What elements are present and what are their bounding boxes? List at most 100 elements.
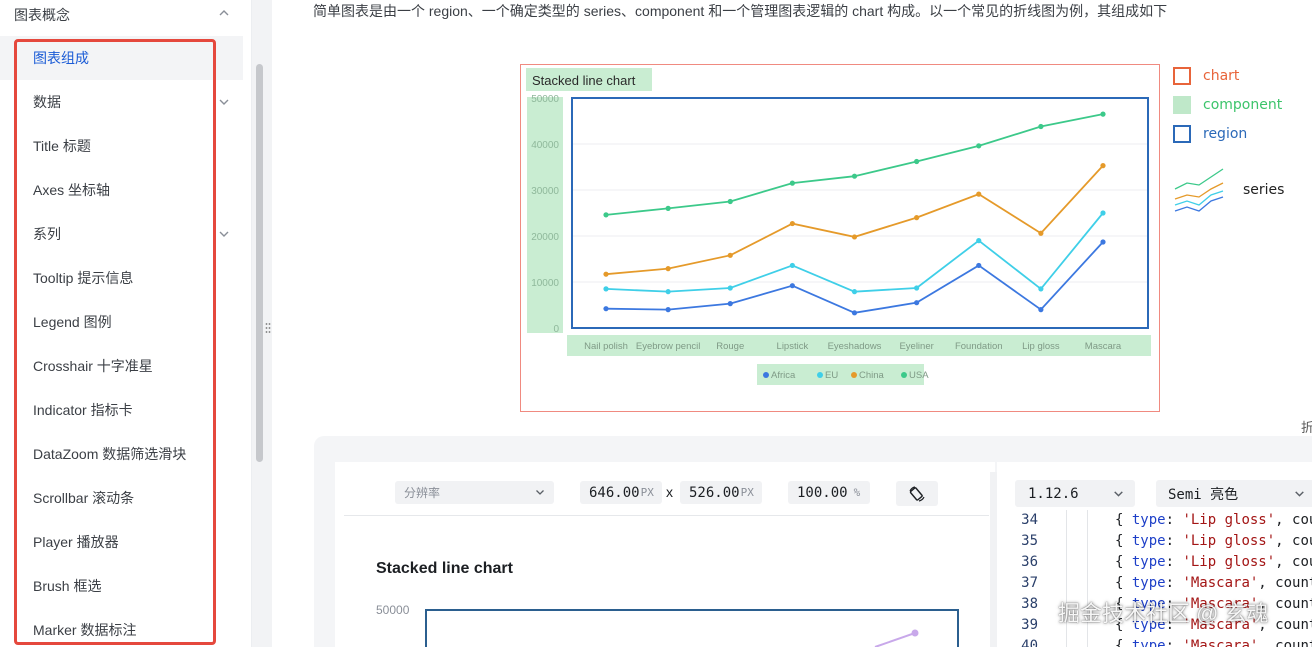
data-point	[665, 266, 671, 272]
data-point	[665, 205, 671, 211]
data-point	[851, 173, 858, 179]
sidebar-item[interactable]: Crosshair 十字准星	[0, 344, 243, 388]
x-tick-label: Foundation	[955, 341, 1003, 352]
sidebar-item[interactable]: Brush 框选	[0, 564, 243, 608]
width-value: 646.00	[589, 484, 640, 501]
data-point	[789, 180, 795, 186]
key-swatch	[1173, 67, 1191, 85]
docs-page: 图表概念 图表组成数据 Title 标题 Axes 坐标轴系列 Tooltip 提示信…	[0, 0, 1312, 647]
data-point	[851, 289, 858, 295]
sidebar-group-chart-concepts[interactable]: 图表概念	[0, 0, 243, 30]
line-number: 40	[1021, 638, 1038, 647]
x-tick-label: Lipstick	[777, 341, 809, 352]
legend-item-label[interactable]: EU	[825, 370, 838, 381]
code-line: 37 { type: 'Mascara', count	[1010, 573, 1312, 594]
sidebar-group-label: 图表概念	[14, 7, 70, 23]
data-point	[665, 307, 671, 313]
data-point	[1038, 123, 1044, 130]
x-tick-label: Eyeshadows	[828, 341, 882, 352]
width-input[interactable]: 646.00 PX	[580, 481, 662, 504]
chevron-down-icon	[219, 231, 229, 237]
theme-value: Semi 亮色	[1168, 486, 1239, 503]
series-sketch-icon	[1174, 168, 1224, 212]
data-point	[851, 310, 858, 316]
key-label: region	[1203, 126, 1248, 142]
data-point	[976, 238, 982, 244]
legend-marker	[901, 372, 907, 378]
data-point	[1038, 230, 1044, 236]
sidebar-item-label: Indicator 指标卡	[33, 402, 133, 418]
rotate-icon	[909, 486, 925, 502]
legend-item-label[interactable]: Africa	[771, 370, 796, 381]
key-label: chart	[1203, 68, 1240, 84]
legend-marker	[851, 372, 857, 378]
line-number: 35	[1021, 533, 1038, 549]
line-number: 37	[1021, 575, 1038, 591]
height-input[interactable]: 526.00 PX	[680, 481, 762, 504]
x-tick-label: Eyebrow pencil	[636, 341, 700, 352]
sidebar-item[interactable]: DataZoom 数据筛选滑块	[0, 432, 243, 476]
sidebar-item-label: Marker 数据标注	[33, 622, 137, 638]
code-line: 34 { type: 'Lip gloss', cou	[1010, 510, 1312, 531]
sidebar-item[interactable]: Scrollbar 滚动条	[0, 476, 243, 520]
x-axis-ticks: Nail polish Eyebrow pencil Rouge Lipstick Ey…	[584, 341, 1122, 352]
diagram-key-chart: chart	[1173, 67, 1239, 85]
sidebar-item[interactable]: Player 播放器	[0, 520, 243, 564]
code-text: { type: 'Lip gloss', cou	[1115, 512, 1312, 528]
x-tick-label: Lip gloss	[1022, 341, 1060, 352]
key-swatch	[1173, 96, 1191, 114]
pane-splitter[interactable]	[990, 472, 997, 647]
zoom-input[interactable]: 100.00%	[788, 481, 870, 504]
preview-chart-title: Stacked line chart	[376, 560, 513, 577]
resolution-select[interactable]: 分辨率	[395, 481, 554, 504]
legend-item-label[interactable]: China	[859, 370, 885, 381]
sidebar-item-label: Crosshair 十字准星	[33, 358, 153, 374]
x-tick-label: Mascara	[1085, 341, 1122, 352]
y-axis-component-box	[527, 97, 563, 333]
data-point	[914, 215, 920, 221]
sidebar-item[interactable]: Axes 坐标轴	[0, 168, 243, 212]
sidebar-item[interactable]: Legend 图例	[0, 300, 243, 344]
sidebar-item-label: Brush 框选	[33, 578, 102, 594]
y-tick-label: 10000	[531, 278, 559, 289]
series-line-africa	[605, 241, 1104, 314]
drag-handle-icon[interactable]	[265, 322, 271, 334]
chart-composition-diagram: Stacked line chart 50000 40000 30000 20000 1…	[520, 64, 1160, 412]
sidebar: 图表概念 图表组成数据 Title 标题 Axes 坐标轴系列 Tooltip 提示信…	[0, 0, 252, 647]
y-tick-label: 0	[553, 324, 559, 335]
sidebar-item[interactable]: Title 标题	[0, 124, 243, 168]
key-swatch	[1173, 125, 1191, 143]
sidebar-item[interactable]: Tooltip 提示信息	[0, 256, 243, 300]
sidebar-scrollbar-thumb[interactable]	[256, 64, 263, 462]
sidebar-item[interactable]: 系列	[0, 212, 243, 256]
cut-off-caption: 折	[1301, 420, 1312, 435]
data-point	[914, 158, 920, 165]
data-point	[914, 300, 920, 306]
sidebar-item-label: Legend 图例	[33, 314, 112, 330]
data-point	[976, 143, 982, 149]
chevron-down-icon	[536, 490, 544, 495]
height-value: 526.00	[689, 484, 740, 501]
code-text: { type: 'Lip gloss', cou	[1115, 533, 1312, 549]
data-point	[1100, 163, 1106, 169]
sidebar-item-label: 数据	[33, 94, 61, 110]
legend-marker	[817, 372, 823, 378]
indent-guide	[1087, 552, 1088, 573]
chevron-up-icon	[219, 10, 229, 16]
version-select[interactable]: 1.12.6	[1015, 480, 1135, 507]
sidebar-item[interactable]: Marker 数据标注	[0, 608, 243, 647]
indent-guide	[1066, 573, 1067, 594]
chevron-down-icon	[1114, 491, 1123, 497]
sidebar-item[interactable]: 数据	[0, 80, 243, 124]
data-point	[976, 262, 982, 269]
sidebar-item[interactable]: Indicator 指标卡	[0, 388, 243, 432]
sidebar-item-label: DataZoom 数据筛选滑块	[33, 446, 187, 462]
intro-paragraph: 简单图表是由一个 region、一个确定类型的 series、component…	[313, 3, 1168, 19]
preview-chart	[425, 609, 959, 647]
sidebar-item[interactable]: 图表组成	[0, 36, 243, 80]
theme-select[interactable]: Semi 亮色	[1156, 480, 1312, 507]
sidebar-item-label: Axes 坐标轴	[33, 182, 111, 198]
sidebar-item-label: Title 标题	[33, 138, 91, 154]
rotate-button[interactable]	[896, 481, 938, 506]
legend-item-label[interactable]: USA	[909, 370, 929, 381]
